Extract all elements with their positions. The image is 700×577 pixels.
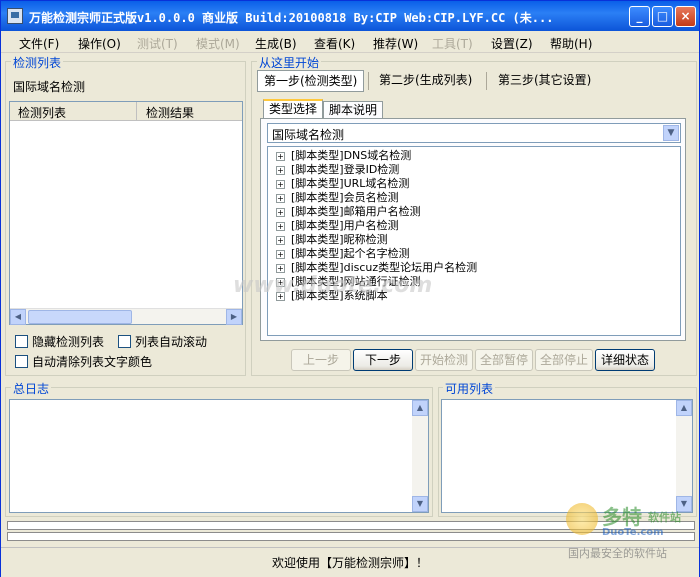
plus-box-icon[interactable]: + [276,208,285,217]
autoclear-label: 自动清除列表文字颜色 [32,355,153,369]
duote-logo: 多特 软件站 DuoTe.com 国内最安全的软件站 [566,501,698,563]
menu-test[interactable]: 测试(T) [137,35,178,52]
duote-logo-url: DuoTe.com [602,527,664,538]
title-bar[interactable]: 万能检测宗师正式版v1.0.0.0 商业版 Build:20100818 By:… [1,1,699,31]
autoclear-checkbox[interactable]: 自动清除列表文字颜色 [15,353,152,370]
menu-view[interactable]: 查看(K) [314,35,355,52]
log-vscrollbar[interactable]: ▲ ▼ [412,400,428,512]
step-1-tab[interactable]: 第一步(检测类型) [257,70,365,92]
scroll-right-icon[interactable]: ▶ [226,309,242,325]
plus-box-icon[interactable]: + [276,180,285,189]
log-textarea[interactable]: ▲ ▼ [9,399,429,513]
available-list[interactable]: ▲ ▼ [441,399,693,513]
plus-box-icon[interactable]: + [276,152,285,161]
pause-all-button[interactable]: 全部暂停 [475,349,533,371]
window-title: 万能检测宗师正式版v1.0.0.0 商业版 Build:20100818 By:… [29,11,554,25]
plus-box-icon[interactable]: + [276,264,285,273]
duote-logo-icon [566,503,598,535]
menu-help[interactable]: 帮助(H) [550,35,592,52]
menu-file[interactable]: 文件(F) [19,35,59,52]
duote-logo-main: 多特 [602,505,642,529]
scroll-up-icon[interactable]: ▲ [676,400,692,416]
column-divider[interactable] [136,102,137,120]
script-type-tree[interactable]: + [脚本类型]DNS域名检测 + [脚本类型]登录ID检测 + [脚本类型]URL域… [267,146,681,336]
plus-box-icon[interactable]: + [276,166,285,175]
tree-item[interactable]: + [脚本类型]DNS域名检测 [276,147,411,162]
prev-step-button[interactable]: 上一步 [291,349,351,371]
detect-list-hscrollbar[interactable]: ◀ ▶ [10,308,242,325]
step-separator [486,72,487,90]
autoscroll-checkbox[interactable]: 列表自动滚动 [118,333,207,350]
app-icon[interactable] [7,8,23,24]
menu-mode[interactable]: 模式(M) [196,35,240,52]
tree-item[interactable]: + [脚本类型]会员名检测 [276,189,399,204]
plus-box-icon[interactable]: + [276,250,285,259]
detect-list-header: 检测列表 检测结果 [10,102,242,121]
checkbox-box[interactable] [15,355,28,368]
menu-generate[interactable]: 生成(B) [255,35,297,52]
menu-operate[interactable]: 操作(O) [78,35,121,52]
tree-item[interactable]: + [脚本类型]用户名检测 [276,217,399,232]
menu-recommend[interactable]: 推荐(W) [373,35,418,52]
next-step-button[interactable]: 下一步 [353,349,413,371]
log-group-label: 总日志 [11,380,52,397]
plus-box-icon[interactable]: + [276,222,285,231]
plus-box-icon[interactable]: + [276,194,285,203]
hide-list-checkbox[interactable]: 隐藏检测列表 [15,333,104,350]
available-vscrollbar[interactable]: ▲ ▼ [676,400,692,512]
details-button[interactable]: 详细状态 [595,349,655,371]
duote-logo-slogan: 国内最安全的软件站 [568,547,667,560]
tab-script-info[interactable]: 脚本说明 [323,101,384,118]
hide-list-label: 隐藏检测列表 [32,335,105,349]
status-text: 欢迎使用【万能检测宗师】！ [272,556,429,570]
scroll-up-icon[interactable]: ▲ [412,400,428,416]
type-combo[interactable]: 国际域名检测 ▼ [267,123,681,143]
tree-item[interactable]: + [脚本类型]URL域名检测 [276,175,409,190]
step-2-tab[interactable]: 第二步(生成列表) [373,70,478,92]
minimize-button[interactable]: _ [629,6,650,27]
tree-item[interactable]: + [脚本类型]起个名字检测 [276,245,410,260]
tree-item[interactable]: + [脚本类型]discuz类型论坛用户名检测 [276,259,477,274]
step-3-tab[interactable]: 第三步(其它设置) [492,70,597,92]
scroll-down-icon[interactable]: ▼ [412,496,428,512]
checkbox-box[interactable] [118,335,131,348]
maximize-button[interactable]: □ [652,6,673,27]
scroll-left-icon[interactable]: ◀ [10,309,26,325]
chevron-down-icon[interactable]: ▼ [663,125,679,141]
type-combo-value: 国际域名检测 [272,128,345,142]
detect-list[interactable]: 检测列表 检测结果 ◀ ▶ [9,101,243,325]
available-group-label: 可用列表 [443,380,496,397]
checkbox-box[interactable] [15,335,28,348]
watermark-center: www.duote.com [233,273,433,298]
stop-all-button[interactable]: 全部停止 [535,349,593,371]
start-group-label: 从这里开始 [257,54,322,71]
main-window: 万能检测宗师正式版v1.0.0.0 商业版 Build:20100818 By:… [0,0,700,577]
autoscroll-label: 列表自动滚动 [135,335,208,349]
plus-box-icon[interactable]: + [276,236,285,245]
menu-tools[interactable]: 工具(T) [432,35,473,52]
menu-bar: 文件(F) 操作(O) 测试(T) 模式(M) 生成(B) 查看(K) 推荐(W… [1,31,699,53]
start-detect-button[interactable]: 开始检测 [415,349,473,371]
column-header-result[interactable]: 检测结果 [146,104,194,121]
tree-item[interactable]: + [脚本类型]登录ID检测 [276,161,399,176]
duote-logo-sub: 软件站 [648,511,681,524]
close-button[interactable]: × [675,6,696,27]
current-detect-type: 国际域名检测 [13,80,86,94]
scroll-thumb[interactable] [28,310,132,324]
tree-item[interactable]: + [脚本类型]邮箱用户名检测 [276,203,421,218]
tree-item[interactable]: + [脚本类型]昵称检测 [276,231,388,246]
column-header-list[interactable]: 检测列表 [18,104,66,121]
detect-list-group-label: 检测列表 [11,54,64,71]
tab-type-select[interactable]: 类型选择 [263,99,324,118]
menu-settings[interactable]: 设置(Z) [491,35,533,52]
step-separator [368,72,369,90]
